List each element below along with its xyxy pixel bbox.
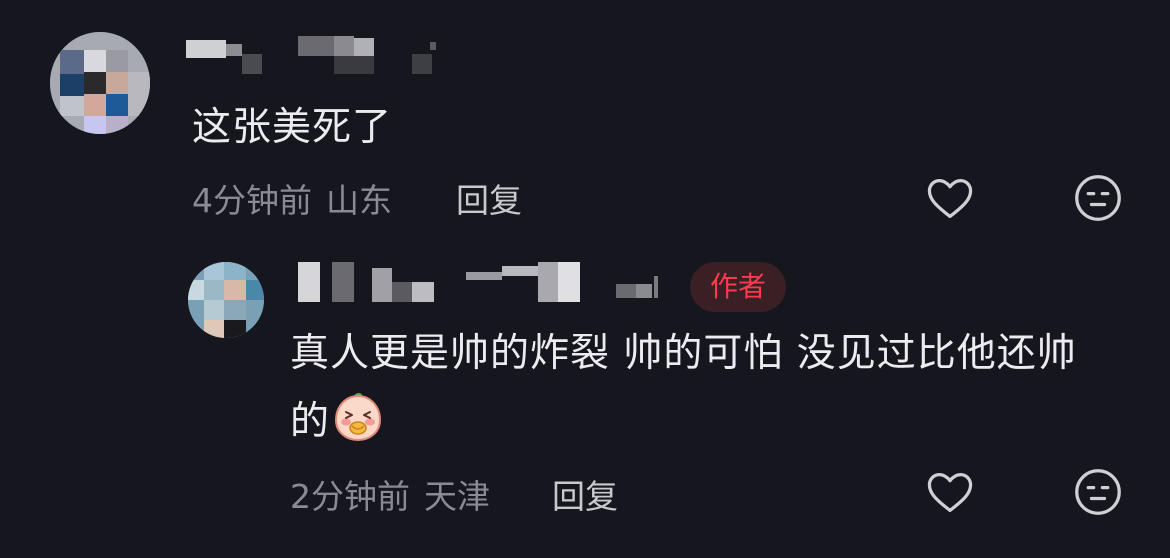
reply-location: 天津 (424, 477, 490, 516)
comment-time: 4分钟前 (192, 181, 312, 220)
comment-thread: 这张美死了 4分钟前 山东 回复 作者 真人更是帅的炸裂 帅的可怕 没见过比他还… (0, 0, 1170, 558)
reply-meta: 2分钟前 天津 (290, 470, 490, 518)
dislike-button[interactable] (1072, 466, 1124, 518)
like-button[interactable] (924, 466, 976, 518)
neutral-face-icon (1075, 175, 1121, 221)
heart-icon (927, 473, 973, 513)
author-avatar[interactable] (188, 262, 264, 338)
reply-time: 2分钟前 (290, 477, 410, 516)
reply-button[interactable]: 回复 (456, 174, 522, 222)
dislike-button[interactable] (1072, 172, 1124, 224)
reply-text-line-2: 的 (290, 390, 1120, 450)
comment-text: 这张美死了 (192, 105, 393, 150)
author-name-blurred[interactable] (298, 262, 668, 304)
reply-text: 真人更是帅的炸裂 帅的可怕 没见过比他还帅 的 (290, 326, 1120, 450)
reply-button[interactable]: 回复 (552, 470, 618, 518)
username-blurred[interactable] (186, 34, 446, 76)
author-badge: 作者 (690, 262, 786, 312)
like-button[interactable] (924, 172, 976, 224)
reply-text-line-1: 真人更是帅的炸裂 帅的可怕 没见过比他还帅 (290, 331, 1077, 376)
comment-meta: 4分钟前 山东 (192, 174, 392, 222)
heart-icon (927, 179, 973, 219)
peach-face-emoji (335, 393, 382, 442)
reply-text-line-2-text: 的 (290, 399, 331, 444)
comment-location: 山东 (326, 181, 392, 220)
neutral-face-icon (1075, 469, 1121, 515)
avatar[interactable] (50, 32, 150, 134)
